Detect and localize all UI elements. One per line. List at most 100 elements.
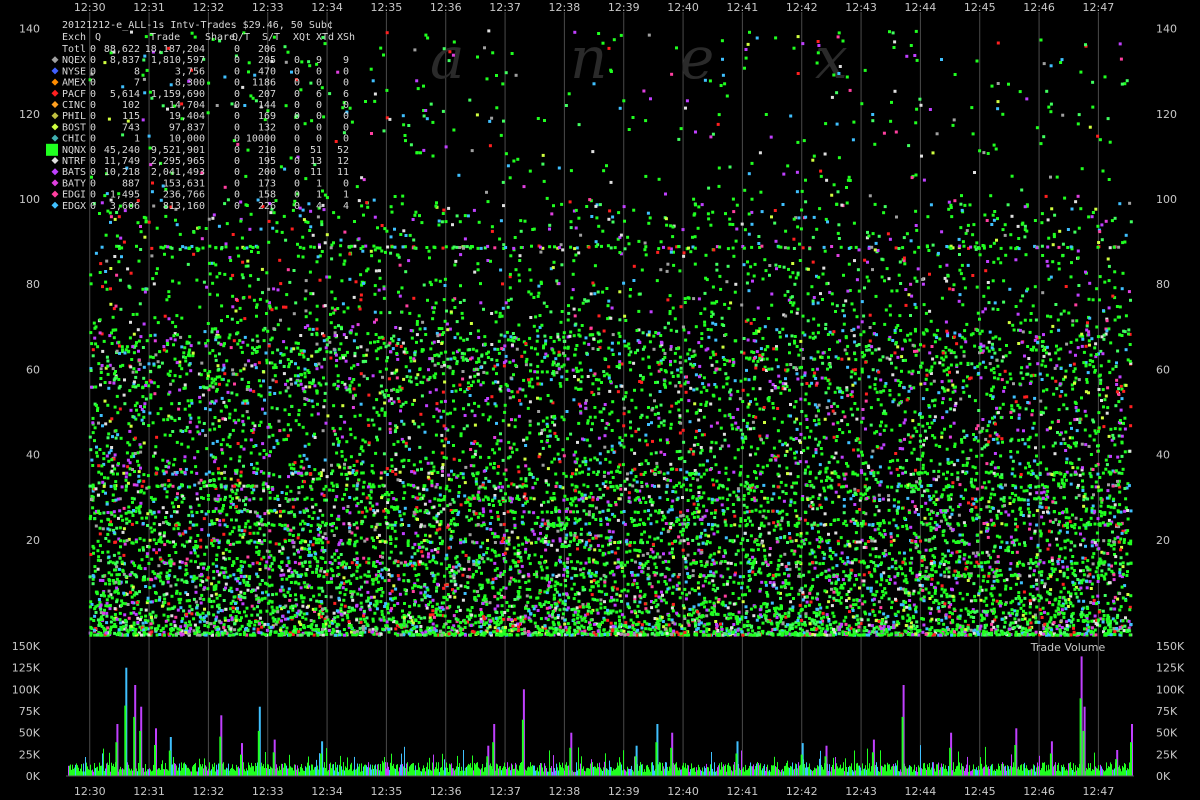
trade-point	[193, 623, 197, 627]
trade-point	[332, 505, 336, 509]
trade-point	[726, 567, 730, 571]
trade-point	[777, 573, 781, 577]
trade-point	[175, 589, 179, 593]
trade-point	[285, 564, 289, 567]
trade-point	[995, 513, 999, 517]
trade-point	[648, 535, 652, 539]
trade-point	[999, 545, 1002, 549]
trade-point	[876, 480, 880, 484]
trade-point	[277, 617, 281, 621]
trade-point	[710, 527, 714, 531]
trade-point	[836, 460, 840, 464]
trade-point	[1046, 510, 1049, 514]
trade-point	[640, 388, 644, 392]
trade-point	[723, 594, 727, 598]
trade-point	[731, 613, 735, 616]
trade-point	[457, 605, 460, 609]
trade-point	[863, 626, 867, 629]
trade-point	[829, 365, 832, 369]
trade-point	[342, 576, 346, 580]
trade-point	[611, 476, 615, 479]
trade-point	[140, 558, 144, 562]
trade-point	[1112, 506, 1116, 510]
trade-point	[667, 617, 671, 621]
trade-point	[674, 401, 678, 405]
trade-point	[162, 521, 165, 525]
trade-point	[588, 504, 592, 508]
trade-point	[508, 396, 512, 400]
trade-point	[376, 509, 380, 513]
trade-point	[199, 373, 203, 377]
trade-point	[625, 594, 628, 598]
trade-point	[640, 481, 644, 484]
trade-point	[796, 377, 800, 381]
trade-point	[878, 432, 882, 436]
trade-point	[395, 352, 399, 355]
trade-point	[308, 547, 311, 551]
trade-point	[119, 545, 122, 549]
trade-point	[793, 549, 797, 553]
trade-point	[400, 459, 404, 463]
trade-point	[572, 398, 576, 402]
trade-point	[199, 583, 202, 587]
trade-point	[337, 596, 341, 600]
trade-point	[861, 462, 865, 465]
trade-point	[215, 439, 219, 443]
trade-point	[177, 407, 181, 411]
trade-point	[297, 491, 301, 495]
trade-point	[723, 560, 727, 563]
trade-point	[962, 521, 966, 525]
trade-point	[268, 540, 272, 544]
trade-point	[917, 513, 920, 517]
trade-point	[435, 624, 439, 628]
trade-point	[465, 424, 469, 428]
trade-point	[931, 554, 935, 558]
trade-point	[369, 507, 373, 511]
trade-point	[132, 606, 136, 610]
trade-point	[262, 370, 266, 374]
trade-point	[874, 547, 878, 551]
trade-point	[217, 494, 221, 498]
trade-point	[736, 534, 739, 538]
trade-point	[635, 329, 639, 332]
trade-point	[678, 449, 682, 453]
trade-point	[93, 569, 97, 573]
trade-point	[908, 604, 912, 608]
trade-point	[359, 593, 363, 597]
trade-point	[1002, 389, 1006, 393]
trade-point	[396, 564, 400, 568]
trade-point	[1040, 616, 1044, 619]
trade-point	[948, 397, 952, 401]
trade-point	[91, 348, 95, 352]
trade-point	[569, 531, 573, 535]
trade-point	[217, 367, 221, 371]
trade-point	[874, 564, 878, 567]
trade-point	[486, 547, 490, 550]
trade-point	[93, 565, 97, 569]
trade-point	[834, 553, 838, 557]
trade-point	[245, 399, 249, 403]
trade-point	[795, 427, 799, 431]
trade-point	[823, 512, 827, 516]
trade-point	[197, 416, 201, 420]
trade-point	[407, 459, 411, 462]
trade-point	[1114, 469, 1118, 473]
trade-point	[203, 586, 207, 590]
trade-point	[623, 633, 627, 637]
trade-point	[503, 551, 507, 555]
trade-point	[667, 623, 671, 627]
trade-point	[147, 562, 151, 565]
trade-point	[651, 542, 655, 546]
trade-point	[635, 582, 639, 586]
trade-point	[250, 604, 254, 608]
trade-point	[541, 518, 545, 522]
trade-point	[998, 406, 1002, 410]
trade-point	[620, 632, 624, 636]
trade-point	[919, 597, 923, 601]
trade-point	[468, 609, 472, 613]
trade-point	[544, 548, 548, 552]
trade-point	[737, 581, 741, 585]
trade-point	[218, 594, 222, 597]
trade-point	[265, 609, 269, 613]
trade-point	[691, 477, 695, 480]
